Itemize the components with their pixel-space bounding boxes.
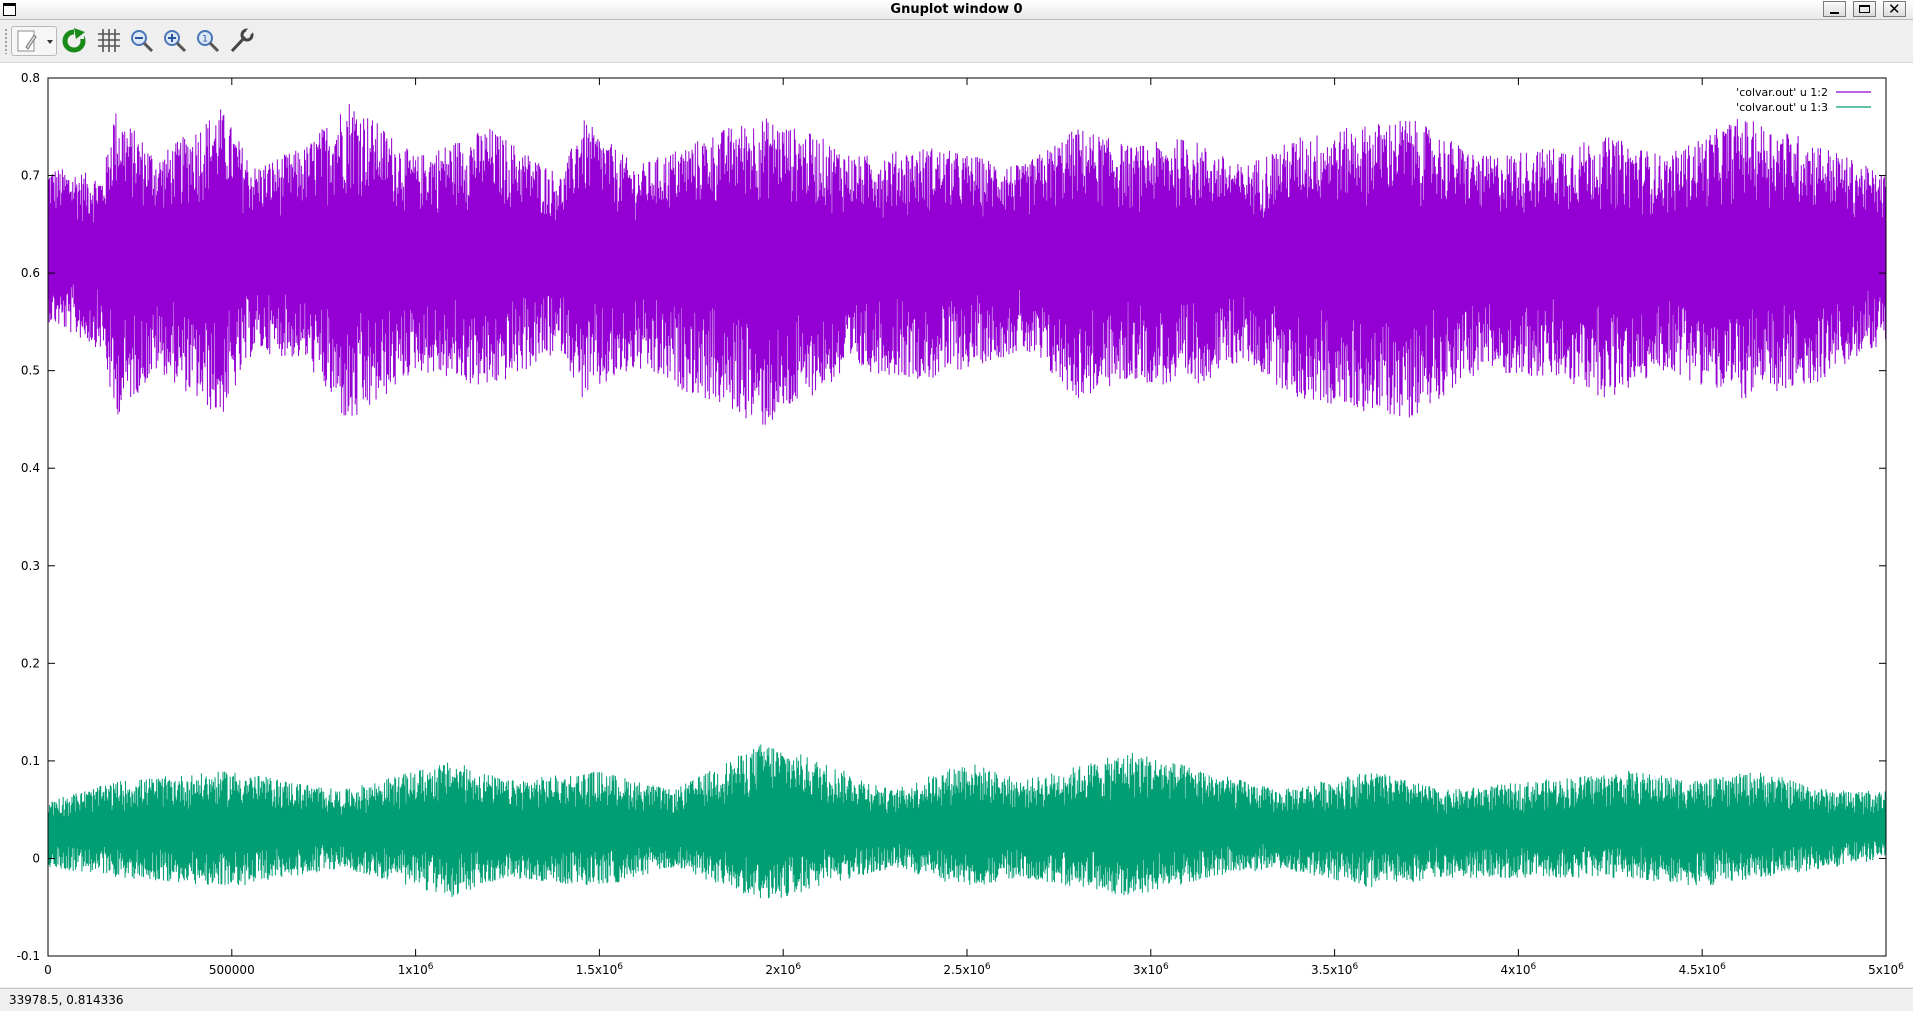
replot-icon [62, 28, 86, 53]
status-bar: 33978.5, 0.814336 [0, 988, 1913, 1011]
y-tick-label: -0.1 [17, 949, 40, 963]
y-tick-label: 0.6 [21, 266, 40, 280]
y-tick-label: 0.2 [21, 656, 40, 670]
zoom-previous-button[interactable] [127, 26, 157, 56]
export-icon [17, 30, 53, 52]
y-tick-label: 0.7 [21, 169, 40, 183]
plot-canvas[interactable]: -0.1 0 0.1 0.2 0.3 0.4 0.5 0.6 0.7 0.8 0 500000 1x10… [0, 63, 1913, 987]
maximize-button[interactable] [1853, 1, 1876, 17]
legend-label: 'colvar.out' u 1:2 [1736, 86, 1828, 99]
y-tick-label: 0.4 [21, 461, 40, 475]
grid-icon [98, 29, 120, 52]
series-1-line [47, 104, 1887, 425]
x-tick-label: 2.5x106 [943, 962, 990, 977]
mouse-coordinates: 33978.5, 0.814336 [9, 993, 124, 1007]
close-icon: ✕ [1888, 0, 1901, 18]
x-tick-label: 1.5x106 [576, 962, 623, 977]
y-tick-label: 0.8 [21, 71, 40, 85]
wrench-icon [230, 26, 255, 53]
x-tick-label: 2x106 [765, 962, 801, 977]
x-tick-label: 4x106 [1501, 962, 1537, 977]
x-tick-label: 3.5x106 [1311, 962, 1358, 977]
legend: 'colvar.out' u 1:2 'colvar.out' u 1:3 [1736, 86, 1871, 114]
minimize-button[interactable] [1823, 1, 1846, 17]
maximize-icon [1859, 5, 1870, 13]
toggle-grid-button[interactable] [94, 26, 124, 56]
x-tick-label: 1x106 [398, 962, 434, 977]
window-title: Gnuplot window 0 [890, 2, 1023, 17]
toolbar-grip[interactable] [4, 28, 8, 54]
x-tick-label: 4.5x106 [1679, 962, 1726, 977]
replot-button[interactable] [60, 26, 90, 56]
line-chart[interactable]: -0.1 0 0.1 0.2 0.3 0.4 0.5 0.6 0.7 0.8 0 500000 1x10… [0, 63, 1913, 987]
y-tick-label: 0.3 [21, 559, 40, 573]
x-tick-label: 5x106 [1868, 962, 1904, 977]
x-tick-label: 3x106 [1133, 962, 1169, 977]
title-bar: Gnuplot window 0 ✕ [0, 0, 1913, 20]
x-tick-label: 500000 [209, 963, 255, 977]
zoom-out-icon [131, 30, 154, 53]
zoom-in-icon [164, 30, 187, 53]
svg-text:1: 1 [202, 35, 208, 45]
y-tick-label: 0.1 [21, 754, 40, 768]
legend-label: 'colvar.out' u 1:3 [1736, 101, 1828, 114]
zoom-next-button[interactable] [160, 26, 190, 56]
y-tick-label: 0 [32, 851, 40, 865]
x-tick-label: 0 [44, 963, 52, 977]
options-button[interactable] [226, 26, 256, 56]
export-menu-button[interactable] [11, 26, 57, 56]
autoscale-button[interactable]: 1 [193, 26, 223, 56]
minimize-icon [1830, 12, 1839, 14]
close-button[interactable]: ✕ [1883, 0, 1906, 18]
toolbar: 1 [0, 20, 1913, 63]
series-2-line [47, 744, 1887, 899]
y-tick-label: 0.5 [21, 364, 40, 378]
zoom-fit-icon: 1 [197, 30, 220, 53]
